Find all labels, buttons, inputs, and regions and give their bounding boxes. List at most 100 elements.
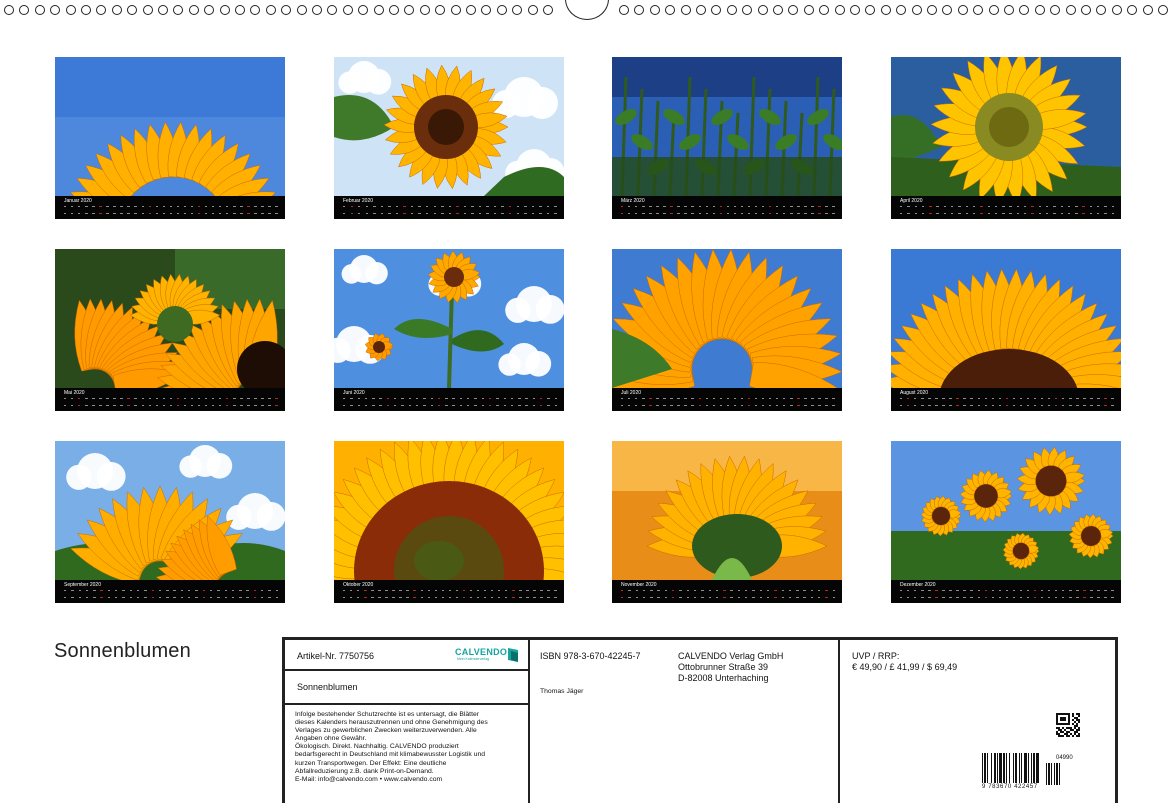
binding-ring: [619, 5, 629, 15]
day-cell: [547, 590, 550, 598]
day-cell: [275, 206, 278, 214]
binding-ring: [896, 5, 907, 15]
day-cell: [921, 398, 924, 406]
day-cell: [505, 590, 508, 598]
day-cell: [546, 206, 550, 214]
product-title-row: Sonnenblumen: [285, 671, 528, 705]
day-cell: [1083, 398, 1086, 406]
binding-ring: [911, 5, 922, 15]
day-cell: [752, 590, 755, 598]
day-cell: [1026, 398, 1030, 406]
day-cell: [747, 398, 751, 406]
binding-ring: [358, 5, 369, 15]
day-cell: [490, 590, 494, 598]
binding-ring: [34, 5, 45, 15]
binding-ring: [803, 5, 814, 15]
day-cell: [350, 590, 353, 598]
day-cell: [78, 398, 81, 406]
day-cell: [418, 206, 421, 214]
day-cell: [803, 590, 806, 598]
binding-ring: [96, 5, 107, 15]
day-cell: [437, 398, 441, 406]
day-cell: [430, 398, 433, 406]
day-cell: [715, 590, 719, 598]
day-cell: [1005, 590, 1009, 598]
day-cell: [1005, 398, 1009, 406]
day-cell: [378, 590, 381, 598]
day-cell: [188, 590, 191, 598]
day-cell: [621, 590, 624, 598]
day-cell: [493, 206, 497, 214]
day-cell: [672, 590, 675, 598]
day-cell: [204, 206, 208, 214]
sunflower-photo: [891, 57, 1121, 196]
day-cell: [1082, 206, 1085, 214]
binding-ring: [466, 5, 476, 15]
day-cell: [343, 398, 346, 406]
day-cell: [907, 398, 910, 406]
day-cell: [233, 398, 236, 406]
day-cell: [410, 206, 414, 214]
day-cell: [169, 398, 173, 406]
day-cell: [1016, 206, 1020, 214]
month-thumbnail: September 2020: [55, 441, 285, 603]
month-label: Januar 2020: [64, 198, 92, 204]
day-cell: [113, 398, 116, 406]
day-cell: [1104, 398, 1107, 406]
day-cell: [498, 590, 501, 598]
month-label: Dezember 2020: [900, 582, 936, 588]
day-grid: [64, 398, 278, 408]
day-cell: [539, 206, 542, 214]
day-cell: [217, 590, 220, 598]
day-cell: [107, 590, 111, 598]
day-cell: [1111, 590, 1114, 598]
day-cell: [219, 206, 222, 214]
day-cell: [85, 398, 88, 406]
day-cell: [158, 590, 162, 598]
day-cell: [197, 398, 201, 406]
day-cell: [1062, 590, 1065, 598]
binding-ring: [957, 5, 968, 15]
day-cell: [832, 206, 835, 214]
isbn: ISBN 978-3-670-42245-7: [540, 651, 641, 661]
day-cell: [190, 206, 194, 214]
day-cell: [1026, 590, 1030, 598]
day-cell: [162, 206, 166, 214]
day-cell: [788, 590, 792, 598]
day-cell: [943, 206, 947, 214]
day-cell: [162, 398, 166, 406]
day-cell: [963, 398, 966, 406]
day-cell: [970, 398, 973, 406]
calendar-strip: August 2020: [891, 388, 1121, 411]
day-cell: [825, 590, 828, 598]
day-cell: [1009, 206, 1012, 214]
day-cell: [1047, 398, 1051, 406]
month-label: August 2020: [900, 390, 929, 396]
publisher-line-1: CALVENDO Verlag GmbH: [678, 651, 784, 661]
day-cell: [998, 590, 1002, 598]
day-cell: [261, 590, 264, 598]
day-cell: [712, 398, 715, 406]
day-cell: [78, 206, 81, 214]
day-grid: [343, 206, 557, 216]
day-cell: [635, 590, 638, 598]
day-cell: [64, 398, 67, 406]
day-cell: [928, 590, 931, 598]
binding-ring: [373, 5, 384, 15]
day-cell: [64, 206, 67, 214]
calendar-title: Sonnenblumen: [54, 640, 191, 662]
day-cell: [540, 398, 543, 406]
legal-line: Abfallreduzierung z.B. dank Print-on-Dem…: [295, 767, 434, 775]
sunflower-photo: [334, 249, 564, 388]
day-cell: [1097, 206, 1100, 214]
day-cell: [1097, 590, 1100, 598]
binding-ring: [235, 5, 245, 15]
day-cell: [365, 206, 369, 214]
day-cell: [144, 590, 147, 598]
day-cell: [1075, 206, 1078, 214]
day-cell: [761, 398, 765, 406]
day-cell: [420, 590, 423, 598]
day-cell: [261, 206, 264, 214]
day-cell: [929, 206, 932, 214]
sunflower-photo: [891, 249, 1121, 388]
